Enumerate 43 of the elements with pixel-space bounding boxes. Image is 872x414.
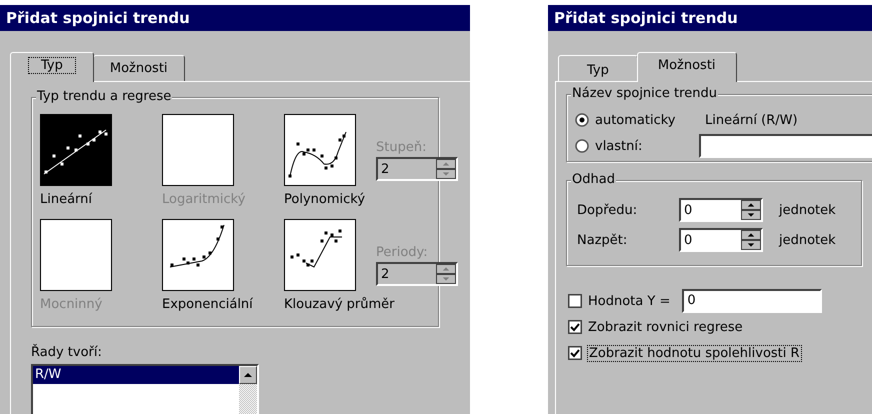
checkbox-label: Hodnota Y = xyxy=(588,294,670,308)
group-title: Název spojnice trendu xyxy=(571,86,718,101)
checkbox[interactable] xyxy=(568,320,582,334)
curve-chart-icon[interactable] xyxy=(162,219,234,291)
radio-label: automaticky xyxy=(595,112,677,128)
unit-label: jednotek xyxy=(779,202,836,218)
radio-label: vlastní: xyxy=(595,138,644,154)
tab[interactable]: Možnosti xyxy=(92,55,185,81)
series-list[interactable]: R/W xyxy=(31,364,259,414)
input-field[interactable] xyxy=(699,134,872,158)
spinner-label: Periody: xyxy=(376,245,429,260)
group-title: Typ trendu a regrese xyxy=(36,89,172,104)
window-title: Přidat spojnici trendu xyxy=(548,5,872,31)
curve-chart-icon[interactable] xyxy=(284,219,356,291)
field-label: Dopředu: xyxy=(577,202,638,218)
checkbox-label: Zobrazit rovnici regrese xyxy=(588,320,743,334)
trend-type-label: Lineární xyxy=(40,192,92,207)
radio-button[interactable] xyxy=(575,113,589,127)
trend-type-label: Mocninný xyxy=(40,297,102,312)
tab[interactable]: Typ xyxy=(10,52,94,82)
spin-field[interactable]: 0 xyxy=(679,228,763,252)
trend-type-label: Polynomický xyxy=(284,192,366,207)
trend-type-label: Exponenciální xyxy=(162,297,253,312)
checkbox[interactable] xyxy=(568,294,582,308)
tab[interactable]: Typ xyxy=(558,55,638,81)
tab[interactable]: Možnosti xyxy=(636,52,737,82)
radio-button[interactable] xyxy=(575,139,589,153)
list-item[interactable]: R/W xyxy=(33,366,239,384)
field-label: Nazpět: xyxy=(577,232,628,248)
scrollbar[interactable] xyxy=(239,366,257,414)
trend-type-label: Logaritmický xyxy=(162,192,246,207)
window-title: Přidat spojnici trendu xyxy=(0,5,470,31)
series-label: Řady tvoří: xyxy=(31,345,103,360)
spin-field[interactable]: 0 xyxy=(679,198,763,222)
linear-chart-icon[interactable] xyxy=(40,114,112,186)
input-field[interactable]: 0 xyxy=(682,289,822,313)
curve-chart-icon[interactable] xyxy=(284,114,356,186)
checkbox-label: Zobrazit hodnotu spolehlivosti R xyxy=(588,346,801,360)
trendline-name: Lineární (R/W) xyxy=(705,112,798,128)
unit-label: jednotek xyxy=(779,232,836,248)
checkbox[interactable] xyxy=(568,346,582,360)
trend-type-label: Klouzavý průměr xyxy=(284,297,394,312)
spinner-label: Stupeň: xyxy=(376,140,428,155)
